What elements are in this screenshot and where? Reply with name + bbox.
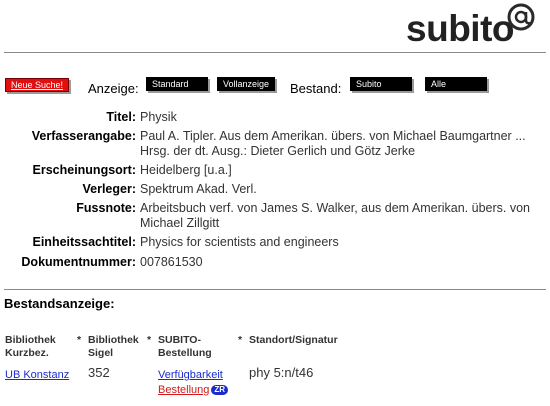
col-header-library-sigel: Bibliothek Sigel xyxy=(88,334,139,360)
holdings-title: Bestandsanzeige: xyxy=(4,296,115,311)
col-header-star: * xyxy=(147,334,152,346)
col-header-subito-order: SUBITO- Bestellung xyxy=(158,334,212,360)
subito-logo: subito xyxy=(406,2,536,49)
all-button[interactable]: Alle xyxy=(425,77,487,91)
field-label: Titel: xyxy=(106,110,136,124)
field-value: Physik xyxy=(140,110,177,124)
field-label: Dokumentnummer: xyxy=(21,255,136,269)
holdings-label: Bestand: xyxy=(290,81,342,96)
col-header-star: * xyxy=(77,334,82,346)
top-divider xyxy=(4,52,546,53)
field-label: Fussnote: xyxy=(76,201,136,215)
zr-badge: ZR xyxy=(211,385,229,396)
at-sign-icon xyxy=(507,3,535,31)
display-label: Anzeige: xyxy=(88,81,139,96)
field-value: Heidelberg [u.a.] xyxy=(140,163,232,177)
toolbar: Neue Suche! Anzeige: Standard Vollanzeig… xyxy=(5,76,545,100)
field-value: Physics for scientists and engineers xyxy=(140,235,339,249)
location-signature: phy 5:n/t46 xyxy=(249,365,314,380)
availability-link[interactable]: Verfügbarkeit xyxy=(158,368,223,382)
new-search-button[interactable]: Neue Suche! xyxy=(5,78,70,92)
full-display-button[interactable]: Vollanzeige xyxy=(217,77,276,91)
col-header-location: Standort/Signatur xyxy=(249,334,338,346)
field-value: Arbeitsbuch verf. von James S. Walker, a… xyxy=(140,201,530,230)
library-link[interactable]: UB Konstanz xyxy=(5,368,69,382)
field-label: Verleger: xyxy=(82,182,136,196)
field-label: Einheitssachtitel: xyxy=(32,235,137,249)
header-line: Sigel xyxy=(88,347,114,359)
logo-text: subito xyxy=(406,8,514,49)
field-label: Verfasserangabe: xyxy=(31,129,136,143)
standard-button[interactable]: Standard xyxy=(146,77,208,91)
field-value: Spektrum Akad. Verl. xyxy=(140,182,257,196)
header-line: Bibliothek xyxy=(5,334,56,346)
field-value: Paul A. Tipler. Aus dem Amerikan. übers.… xyxy=(140,129,526,158)
order-cell: Bestellung ZR xyxy=(158,383,229,397)
section-divider xyxy=(4,289,546,290)
library-sigel: 352 xyxy=(88,365,110,380)
order-link[interactable]: Bestellung xyxy=(158,384,209,396)
col-header-library-short: Bibliothek Kurzbez. xyxy=(5,334,56,360)
field-value: 007861530 xyxy=(140,255,203,269)
col-header-star: * xyxy=(238,334,243,346)
header-line: Bibliothek xyxy=(88,334,139,346)
field-label: Erscheinungsort: xyxy=(32,163,137,177)
subito-button[interactable]: Subito xyxy=(350,77,412,91)
header-line: Bestellung xyxy=(158,347,212,359)
header-line: SUBITO- xyxy=(158,334,201,346)
header-line: Kurzbez. xyxy=(5,347,49,359)
